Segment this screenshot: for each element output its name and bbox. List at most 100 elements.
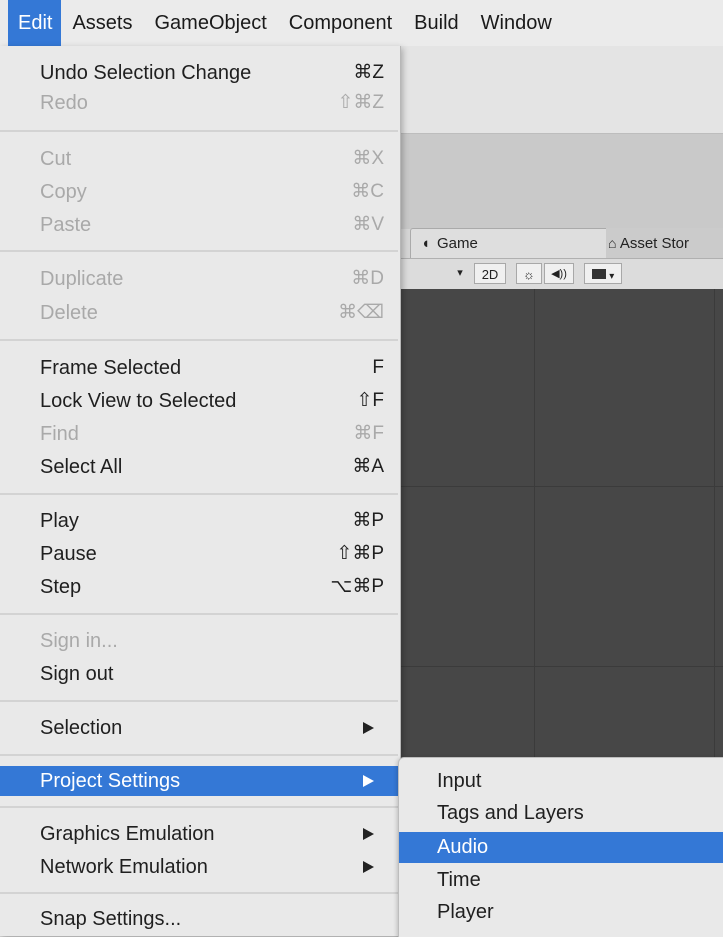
effects-toggle-button[interactable]: ▾ [584,263,622,284]
submenu-item-tags-and-layers[interactable]: Tags and Layers [399,798,723,829]
menu-item-label: Graphics Emulation [40,823,215,845]
grid-line [396,486,723,487]
menu-item-select-all[interactable]: Select All ⌘A [0,452,398,482]
menu-item-label: Sign in... [40,630,118,652]
menu-item-redo[interactable]: Redo ⇧⌘Z [0,88,398,118]
menu-item-sign-in[interactable]: Sign in... [0,626,398,656]
editor-panel-band [396,134,723,229]
tab-asset-store[interactable]: ⌂ Asset Stor [606,228,723,258]
aspect-dropdown-button[interactable]: ▾ [452,263,468,284]
project-settings-submenu: Input Tags and Layers Audio Time Player [398,757,723,937]
menu-item-duplicate[interactable]: Duplicate ⌘D [0,264,398,294]
submenu-item-input[interactable]: Input [399,766,723,797]
shortcut-label: F [372,357,384,378]
menu-item-label: Delete [40,302,98,324]
shortcut-label: ⇧⌘P [336,543,384,564]
toggle-2d-button[interactable]: 2D [474,263,506,284]
menu-item-network-emulation[interactable]: Network Emulation [0,852,398,882]
submenu-item-label: Tags and Layers [437,802,584,824]
tab-game-label: Game [437,235,478,252]
menu-separator [0,613,398,615]
chevron-down-icon: ▾ [609,271,615,282]
chevron-down-icon: ▾ [457,267,463,279]
submenu-item-label: Player [437,901,494,923]
menu-item-graphics-emulation[interactable]: Graphics Emulation [0,819,398,849]
menu-bar: Edit Assets GameObject Component Build W… [0,0,723,47]
lighting-toggle-button[interactable]: ☼ [516,263,542,284]
menu-item-find[interactable]: Find ⌘F [0,419,398,449]
menu-item-label: Duplicate [40,268,124,290]
shortcut-label: ⌘V [352,214,384,235]
menu-item-label: Find [40,423,79,445]
menu-item-label: Play [40,510,79,532]
audio-toggle-button[interactable]: ◀)) [544,263,574,284]
sun-icon: ☼ [523,267,535,282]
menu-window[interactable]: Window [470,0,563,46]
menu-assets[interactable]: Assets [61,0,143,46]
submenu-arrow-icon [363,861,374,873]
edit-menu-dropdown: Undo Selection Change ⌘Z Redo ⇧⌘Z Cut ⌘X… [0,46,401,936]
menu-separator [0,754,398,756]
menu-item-label: Paste [40,214,92,236]
game-tab-icon: ◖ [421,235,431,252]
asset-store-icon: ⌂ [608,235,617,251]
shortcut-label: ⌥⌘P [330,576,384,597]
menu-item-undo[interactable]: Undo Selection Change ⌘Z [0,58,398,88]
tab-game[interactable]: ◖ Game [410,228,612,259]
menu-item-label: Snap Settings... [40,908,182,930]
menu-item-label: Undo Selection Change [40,62,252,84]
scene-toolbar: ▾ 2D ☼ ◀)) ▾ [396,258,723,290]
shortcut-label: ⌘X [352,148,384,169]
menu-item-delete[interactable]: Delete ⌘⌫ [0,298,398,328]
shortcut-label: ⌘D [351,268,384,289]
menu-item-sign-out[interactable]: Sign out [0,659,398,689]
shortcut-label: ⌘C [351,181,384,202]
menu-separator [0,130,398,132]
menu-edit[interactable]: Edit [8,0,62,46]
speaker-icon: ◀)) [551,268,567,280]
image-icon [591,269,606,279]
submenu-item-label: Input [437,770,482,792]
menu-item-paste[interactable]: Paste ⌘V [0,210,398,240]
shortcut-label: ⌘F [353,423,384,444]
menu-item-copy[interactable]: Copy ⌘C [0,177,398,207]
menu-item-pause[interactable]: Pause ⇧⌘P [0,539,398,569]
menu-item-label: Step [40,576,82,598]
shortcut-label: ⌘Z [353,62,384,83]
submenu-item-player[interactable]: Player [399,897,723,928]
menu-build[interactable]: Build [403,0,469,46]
menu-item-project-settings[interactable]: Project Settings [0,766,398,796]
submenu-item-audio[interactable]: Audio [399,832,723,863]
submenu-arrow-icon [363,722,374,734]
submenu-arrow-icon [363,828,374,840]
menu-item-label: Pause [40,543,97,565]
menu-item-play[interactable]: Play ⌘P [0,506,398,536]
shortcut-label: ⌘P [352,510,384,531]
submenu-item-label: Audio [437,836,489,858]
menu-separator [0,250,398,252]
menu-item-step[interactable]: Step ⌥⌘P [0,572,398,602]
menu-gameobject[interactable]: GameObject [144,0,278,46]
menu-item-label: Select All [40,456,123,478]
menu-separator [0,493,398,495]
menu-separator [0,892,398,894]
menu-item-label: Copy [40,181,87,203]
menu-item-label: Redo [40,92,88,114]
shortcut-label: ⌘A [352,456,384,477]
grid-line [396,666,723,667]
shortcut-label: ⇧⌘Z [337,92,384,113]
menu-item-label: Frame Selected [40,357,182,379]
submenu-item-label: Time [437,869,481,891]
menu-item-snap-settings[interactable]: Snap Settings... [0,904,398,934]
menu-item-selection[interactable]: Selection [0,713,398,743]
shortcut-label: ⌘⌫ [338,302,384,323]
menu-separator [0,700,398,702]
menu-item-label: Selection [40,717,123,739]
menu-item-lock-view[interactable]: Lock View to Selected ⇧F [0,386,398,416]
menu-item-cut[interactable]: Cut ⌘X [0,144,398,174]
menu-component[interactable]: Component [278,0,403,46]
editor-toolbar-area [396,46,723,134]
submenu-item-time[interactable]: Time [399,865,723,896]
tab-asset-store-label: Asset Stor [619,235,690,252]
menu-item-frame-selected[interactable]: Frame Selected F [0,353,398,383]
